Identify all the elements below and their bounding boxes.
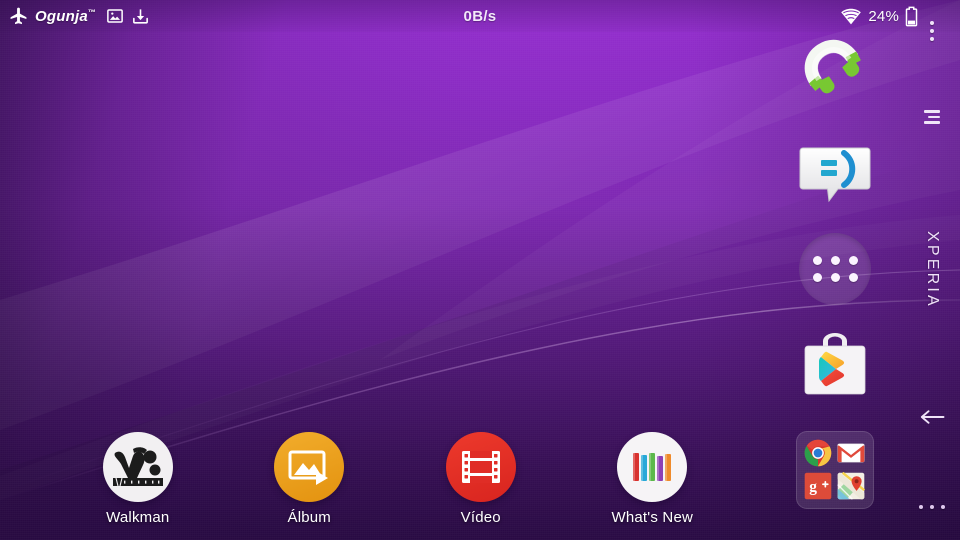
dock-item-whats-new[interactable]: What's New — [592, 425, 712, 526]
dock-label-album: Álbum — [287, 509, 332, 526]
navigation-strip: XPERIA — [904, 0, 960, 540]
back-button[interactable] — [904, 400, 960, 434]
messaging-app-shortcut[interactable] — [796, 136, 874, 214]
status-bar-left: Ogunja™ — [9, 0, 150, 32]
app-drawer-icon — [799, 233, 871, 305]
svg-text:g: g — [809, 479, 817, 496]
screenshot-icon[interactable] — [106, 7, 124, 25]
download-icon[interactable] — [131, 7, 150, 26]
play-store-shortcut[interactable] — [796, 326, 874, 404]
more-options-button[interactable] — [904, 490, 960, 524]
recent-apps-icon — [924, 110, 940, 124]
whats-new-icon — [617, 432, 688, 502]
wifi-icon — [841, 8, 862, 25]
more-options-icon — [919, 505, 945, 509]
xperia-brand-text: XPERIA — [924, 231, 941, 309]
video-icon — [445, 432, 516, 502]
status-bar[interactable]: Ogunja™ 0B/s 24% — [0, 0, 960, 32]
trademark-symbol: ™ — [87, 7, 97, 17]
maps-icon — [837, 472, 865, 500]
dock-label-whats-new: What's New — [611, 509, 694, 526]
recent-apps-button[interactable] — [904, 100, 960, 134]
dock-item-walkman[interactable]: Walkman — [78, 425, 198, 526]
network-speed-text: 0B/s — [463, 7, 497, 25]
home-screen: Ogunja™ 0B/s 24% XPERIA g Walkman Álbum … — [0, 0, 960, 540]
phone-icon — [804, 39, 861, 94]
phone-app-shortcut[interactable] — [796, 32, 874, 110]
play-store-icon — [804, 333, 866, 395]
album-icon — [274, 432, 345, 502]
gmail-icon — [837, 443, 865, 463]
overflow-menu-icon — [930, 21, 934, 41]
walkman-icon — [102, 432, 173, 502]
dock-label-walkman: Walkman — [106, 509, 170, 526]
dock-item-album[interactable]: Álbum — [249, 425, 369, 526]
airplane-mode-icon — [10, 7, 27, 24]
back-arrow-icon — [920, 410, 945, 424]
google-plus-icon: g — [804, 472, 832, 500]
overflow-menu-button[interactable] — [904, 14, 960, 48]
dock-item-video[interactable]: Vídeo — [421, 425, 541, 526]
google-folder[interactable]: g — [795, 430, 875, 510]
battery-percent-text: 24% — [868, 7, 899, 25]
favorites-dock: Walkman Álbum Vídeo What's New — [0, 425, 790, 540]
dock-label-video: Vídeo — [460, 509, 501, 526]
chrome-icon — [804, 439, 832, 467]
carrier-name: Ogunja™ — [35, 7, 97, 25]
app-drawer-button[interactable] — [796, 230, 874, 308]
messaging-icon — [799, 147, 871, 203]
